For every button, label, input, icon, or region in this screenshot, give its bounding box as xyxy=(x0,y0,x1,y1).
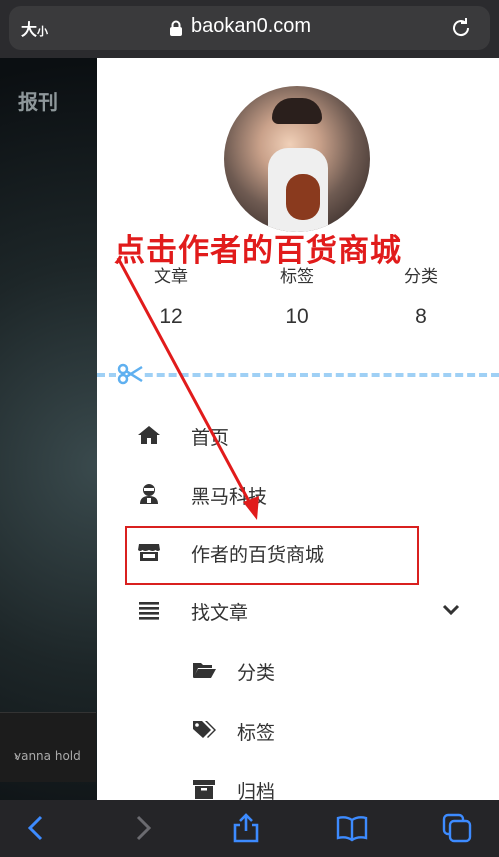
tabs-icon[interactable] xyxy=(441,812,473,844)
user-secret-icon xyxy=(140,484,158,504)
menu-label: 首页 xyxy=(191,427,230,449)
stat-value: 10 xyxy=(285,305,309,328)
browser-toolbar xyxy=(0,800,499,857)
caption-text: vanna hold xyxy=(14,749,81,763)
submenu-item-tags[interactable]: 标签 xyxy=(97,710,499,750)
annotation-instruction: 点击作者的百货商城 xyxy=(114,233,402,269)
stat-articles[interactable]: 文章 12 xyxy=(111,262,231,329)
stat-value: 12 xyxy=(159,305,183,328)
profile-stats: 文章 12 标签 10 分类 8 xyxy=(97,262,499,342)
author-avatar xyxy=(224,86,370,232)
annotation-highlight-box xyxy=(125,526,419,585)
stat-value: 8 xyxy=(415,305,427,328)
folder-open-icon xyxy=(193,663,216,678)
share-icon[interactable] xyxy=(230,812,262,844)
submenu-label: 标签 xyxy=(237,722,276,744)
site-title[interactable]: 报刊 xyxy=(18,86,58,115)
submenu-item-categories[interactable]: 分类 xyxy=(97,650,499,690)
home-icon xyxy=(138,426,160,444)
lock-icon xyxy=(170,20,182,36)
scissors-icon xyxy=(116,362,144,386)
menu-item-find-articles[interactable]: 找文章 xyxy=(97,590,499,630)
menu-item-home[interactable]: 首页 xyxy=(97,415,499,455)
stat-categories[interactable]: 分类 8 xyxy=(361,262,481,329)
menu-label: 找文章 xyxy=(191,602,249,624)
forward-icon[interactable] xyxy=(127,812,159,844)
text-size-button[interactable]: 大小 xyxy=(21,16,48,40)
address-bar[interactable]: 大小 baokan0.com xyxy=(9,6,490,50)
submenu-label: 分类 xyxy=(237,662,276,684)
video-caption: › vanna hold xyxy=(0,712,96,782)
browser-window: 大小 baokan0.com 报刊 › vanna hold 文章 12 标签 … xyxy=(0,0,499,857)
bookmarks-icon[interactable] xyxy=(336,812,368,844)
menu-item-heima-tech[interactable]: 黑马科技 xyxy=(97,474,499,514)
stat-tags[interactable]: 标签 10 xyxy=(237,262,357,329)
menu-label: 黑马科技 xyxy=(191,486,268,508)
list-icon xyxy=(139,602,159,620)
back-icon[interactable] xyxy=(20,812,52,844)
address-bar-container: 大小 baokan0.com xyxy=(0,0,499,58)
dashed-divider xyxy=(97,373,499,377)
archive-icon xyxy=(193,780,215,799)
url-text[interactable]: baokan0.com xyxy=(191,15,311,38)
chevron-down-icon[interactable] xyxy=(441,600,461,620)
reload-icon[interactable] xyxy=(449,16,473,40)
tags-icon xyxy=(193,721,216,738)
